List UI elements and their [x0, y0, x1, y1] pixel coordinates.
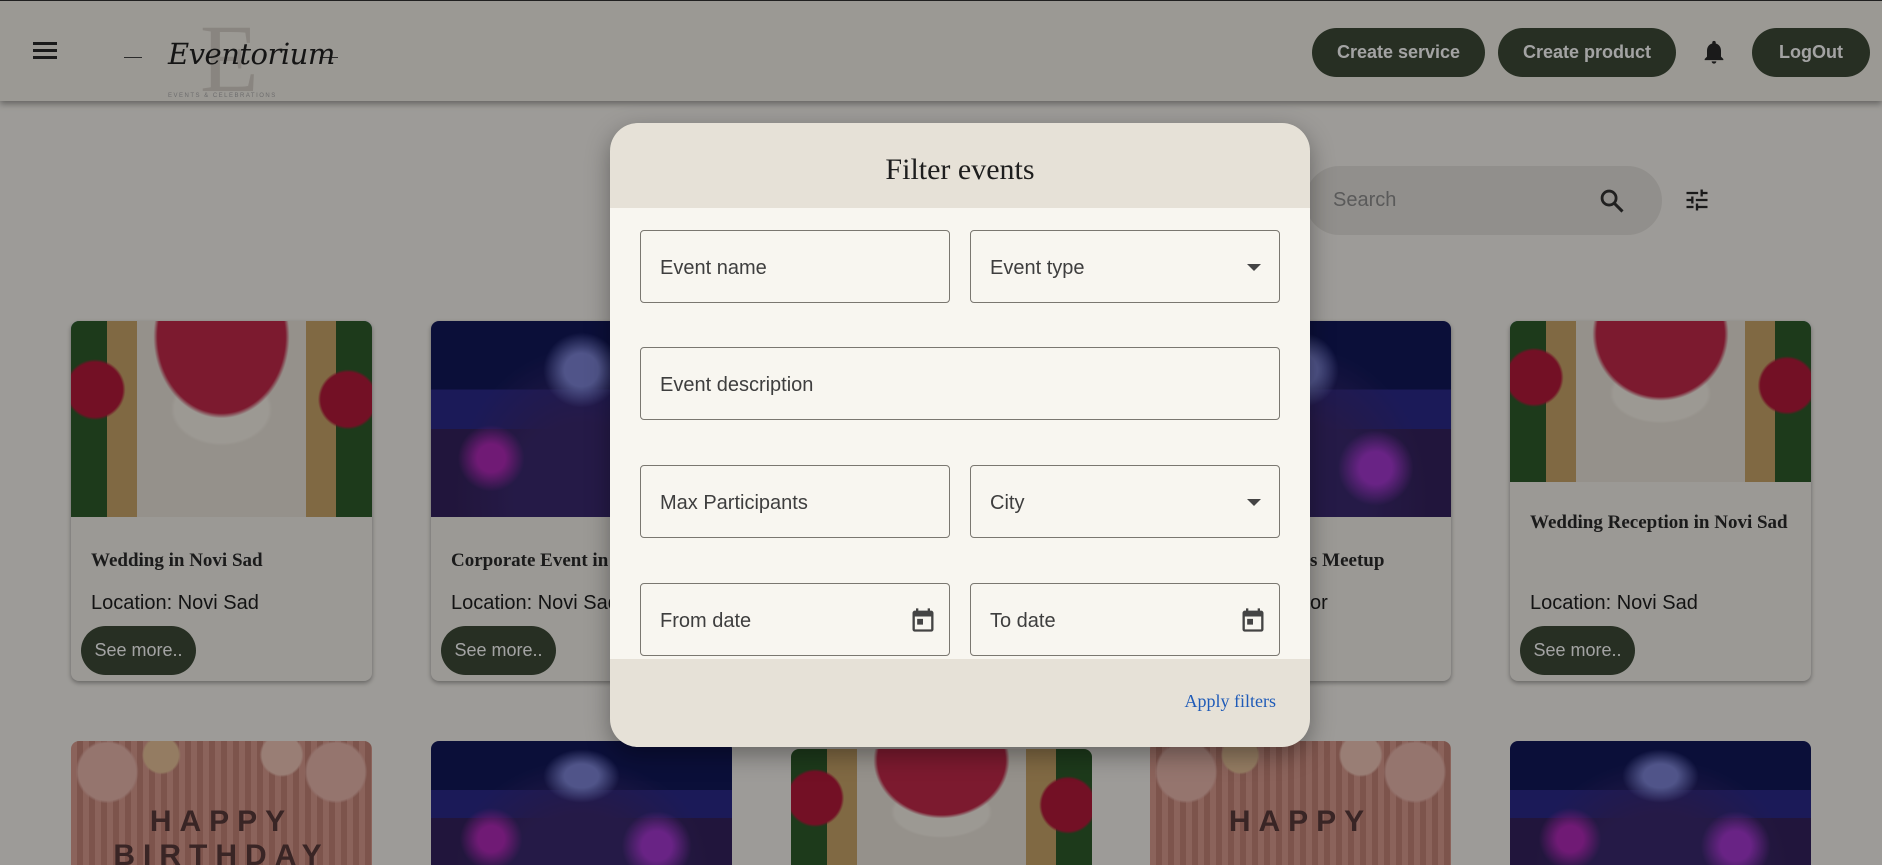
max-participants-field[interactable]: Max Participants [640, 465, 950, 538]
event-type-select[interactable]: Event type [970, 230, 1280, 303]
event-name-field[interactable]: Event name [640, 230, 950, 303]
dialog-body: Event name Event type Event description … [610, 208, 1310, 659]
apply-filters-button[interactable]: Apply filters [1185, 691, 1277, 712]
from-date-label: From date [660, 610, 752, 632]
dropdown-arrow-icon [1247, 264, 1261, 271]
event-description-label: Event description [660, 374, 814, 396]
to-date-field[interactable]: To date [970, 583, 1280, 656]
city-select[interactable]: City [970, 465, 1280, 538]
dropdown-arrow-icon [1247, 499, 1261, 506]
calendar-icon[interactable] [909, 606, 937, 634]
event-description-field[interactable]: Event description [640, 347, 1280, 420]
event-type-label: Event type [990, 257, 1085, 279]
dialog-title: Filter events [885, 153, 1035, 186]
to-date-label: To date [990, 610, 1056, 632]
city-label: City [990, 492, 1025, 514]
filter-events-dialog: Filter events Event name Event type Even… [610, 123, 1310, 747]
event-name-label: Event name [660, 257, 767, 279]
calendar-icon[interactable] [1239, 606, 1267, 634]
from-date-field[interactable]: From date [640, 583, 950, 656]
max-participants-label: Max Participants [660, 492, 808, 514]
